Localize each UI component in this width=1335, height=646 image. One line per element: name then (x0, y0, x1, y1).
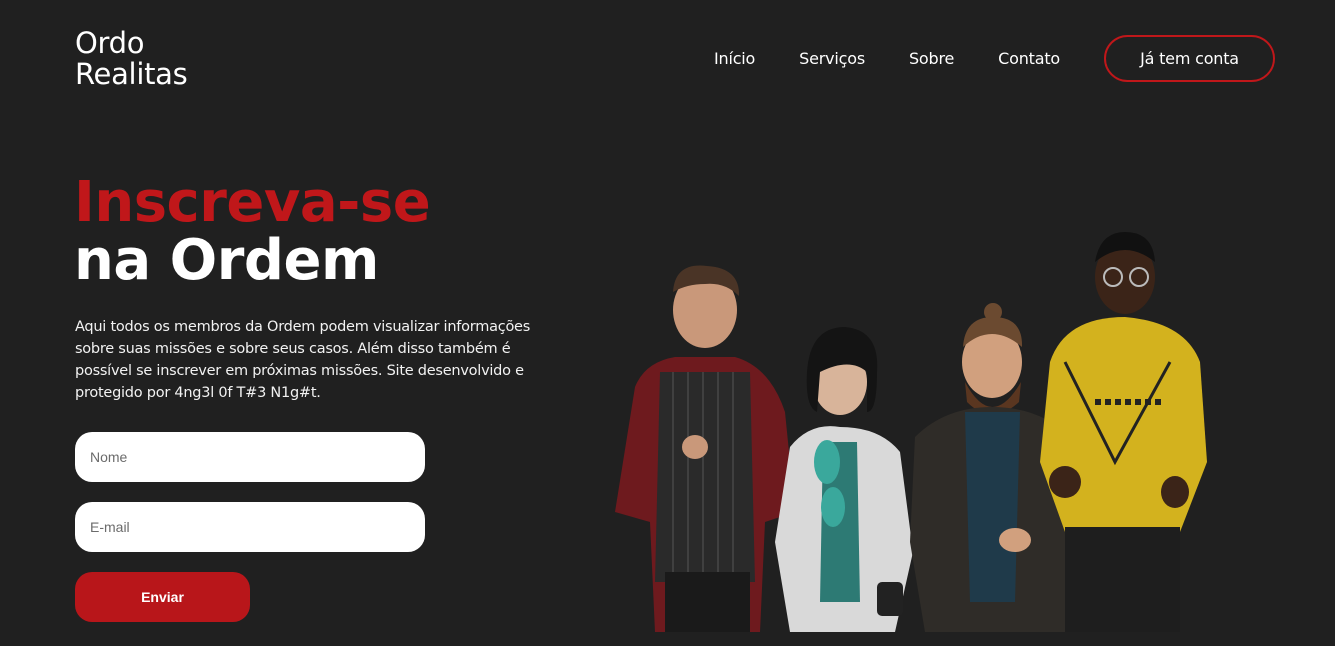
submit-button[interactable]: Enviar (75, 572, 250, 622)
logo-line-1: Ordo (75, 26, 145, 60)
nav-item-sobre[interactable]: Sobre (909, 49, 954, 68)
nav-item-contato[interactable]: Contato (998, 49, 1060, 68)
agent-doctor-figure (775, 327, 913, 632)
logo-line-2: Realitas (75, 57, 188, 91)
name-field[interactable] (75, 432, 425, 482)
hero-title-highlight: Inscreva-se (74, 170, 431, 235)
login-button[interactable]: Já tem conta (1104, 35, 1275, 82)
agent-vest-figure (615, 265, 795, 632)
nav-item-servicos[interactable]: Serviços (799, 49, 865, 68)
hero-title-main: na Ordem (74, 228, 379, 293)
agent-yellow-hoodie-figure (1040, 232, 1207, 632)
main-nav: Início Serviços Sobre Contato Já tem con… (714, 35, 1275, 82)
email-field[interactable] (75, 502, 425, 552)
hero-description: Aqui todos os membros da Ordem podem vis… (75, 319, 531, 401)
nav-item-inicio[interactable]: Início (714, 49, 755, 68)
agents-illustration (615, 232, 1207, 632)
logo[interactable]: Ordo Realitas (75, 26, 188, 91)
hero-title: Inscreva-se na Ordem (74, 170, 431, 293)
